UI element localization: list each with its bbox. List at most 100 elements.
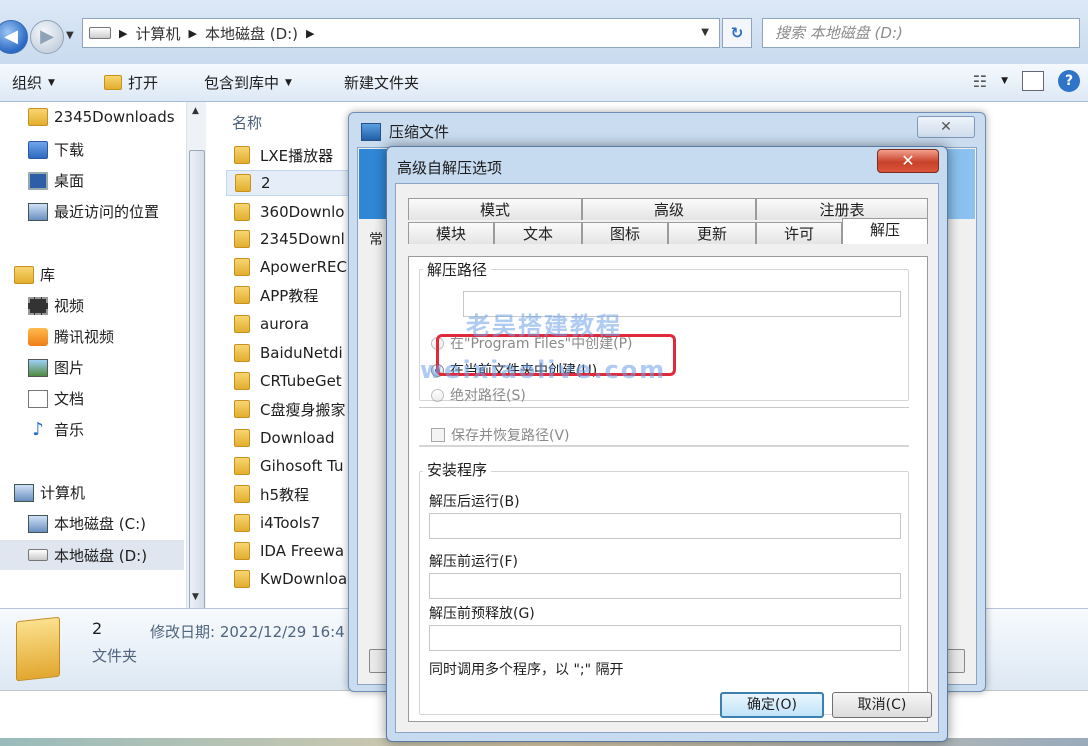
address-input[interactable]: ▶ 计算机 ▶ 本地磁盘 (D:) ▶ ▼ xyxy=(82,18,720,48)
sidebar-item-desktop[interactable]: 桌面 xyxy=(28,170,84,191)
file-name: 2345Downl xyxy=(260,230,345,248)
sidebar-item-music[interactable]: ♪ 音乐 xyxy=(28,419,84,440)
file-row[interactable]: h5教程 xyxy=(234,481,309,507)
cancel-button[interactable]: 取消(C) xyxy=(832,692,932,718)
recent-pages-dropdown[interactable]: ▼ xyxy=(66,30,74,41)
include-library-button[interactable]: 包含到库中 ▼ xyxy=(204,72,292,93)
view-controls: ☷ ▼ ? xyxy=(973,70,1080,92)
sidebar-item-videos[interactable]: 视频 xyxy=(28,295,84,316)
file-row[interactable]: 2 xyxy=(226,170,366,196)
tab-text[interactable]: 文本 xyxy=(494,222,582,244)
tab-mode[interactable]: 模式 xyxy=(408,198,582,220)
breadcrumb-computer[interactable]: 计算机 xyxy=(135,23,180,44)
file-row[interactable]: Gihosoft Tu xyxy=(234,453,344,479)
scroll-up-icon[interactable]: ▲ xyxy=(192,106,199,116)
back-button[interactable]: ◀ xyxy=(0,20,28,54)
dialog-close-button[interactable]: ✕ xyxy=(877,149,939,173)
folder-icon xyxy=(235,174,251,192)
file-row[interactable]: 2345Downl xyxy=(234,226,345,252)
file-row[interactable]: CRTubeGet xyxy=(234,368,342,394)
refresh-button[interactable]: ↻ xyxy=(722,18,752,48)
scroll-down-icon[interactable]: ▼ xyxy=(192,592,199,602)
tab-module[interactable]: 模块 xyxy=(408,222,494,244)
organize-button[interactable]: 组织 ▼ xyxy=(12,72,55,93)
file-row[interactable]: 360Downlo xyxy=(234,199,344,225)
run-after-input[interactable] xyxy=(429,513,901,539)
tab-advanced[interactable]: 高级 xyxy=(582,198,756,220)
address-dropdown-icon[interactable]: ▼ xyxy=(701,27,709,38)
caret-down-icon[interactable]: ▼ xyxy=(1001,76,1008,86)
sidebar-scrollbar[interactable]: ▲ ▼ xyxy=(186,102,206,640)
caret-down-icon: ▼ xyxy=(48,77,55,88)
winrar-icon xyxy=(361,123,381,141)
run-before-input[interactable] xyxy=(429,573,901,599)
file-row[interactable]: LXE播放器 xyxy=(234,142,333,168)
recent-places-icon xyxy=(28,202,48,221)
run-after-label: 解压后运行(B) xyxy=(429,494,520,510)
tab-panel-extract: 解压路径 在"Program Files"中创建(P) 在当前文件夹中创建(U)… xyxy=(408,256,928,722)
file-row[interactable]: C盘瘦身搬家 xyxy=(234,396,345,422)
sidebar-item-libraries[interactable]: 库 xyxy=(14,264,55,285)
details-file-type: 文件夹 xyxy=(92,647,138,665)
file-row[interactable]: Download xyxy=(234,425,335,451)
sidebar-item-documents[interactable]: 文档 xyxy=(28,388,84,409)
forward-button[interactable]: ▶ xyxy=(30,20,64,54)
file-name: 2 xyxy=(261,174,271,192)
breadcrumb-drive-d[interactable]: 本地磁盘 (D:) xyxy=(205,23,298,44)
system-drive-icon xyxy=(28,514,48,533)
ok-button[interactable]: 确定(O) xyxy=(720,692,824,718)
desktop-icon xyxy=(28,171,48,190)
sidebar-item-2345downloads[interactable]: 2345Downloads xyxy=(28,108,175,126)
chevron-right-icon[interactable]: ▶ xyxy=(119,27,127,40)
view-list-icon[interactable]: ☷ xyxy=(973,72,987,91)
new-folder-button[interactable]: 新建文件夹 xyxy=(344,72,419,93)
pre-extract-input[interactable] xyxy=(429,625,901,651)
download-folder-icon xyxy=(28,140,48,159)
button-stub-right[interactable] xyxy=(945,649,965,673)
tab-update[interactable]: 更新 xyxy=(668,222,756,244)
open-button[interactable]: 打开 xyxy=(104,72,158,93)
preview-pane-icon[interactable] xyxy=(1022,71,1044,91)
column-header-name[interactable]: 名称 xyxy=(232,112,262,133)
radio-button[interactable] xyxy=(431,388,444,402)
chevron-right-icon[interactable]: ▶ xyxy=(306,27,314,40)
sidebar-item-computer[interactable]: 计算机 xyxy=(14,482,85,503)
radio-absolute-path[interactable]: 绝对路径(S) xyxy=(431,385,526,405)
file-row[interactable]: ApowerREC xyxy=(234,254,347,280)
tab-icon[interactable]: 图标 xyxy=(582,222,668,244)
checkbox[interactable] xyxy=(431,428,445,442)
file-row[interactable]: aurora xyxy=(234,311,309,337)
file-name: CRTubeGet xyxy=(260,372,342,390)
run-before-label: 解压前运行(F) xyxy=(429,554,518,570)
file-row[interactable]: BaiduNetdi xyxy=(234,340,343,366)
address-bar-area: ◀ ▶ ▼ ▶ 计算机 ▶ 本地磁盘 (D:) ▶ ▼ ↻ 搜索 本地磁盘 (D… xyxy=(0,0,1088,64)
folder-icon xyxy=(234,457,250,475)
help-icon[interactable]: ? xyxy=(1058,70,1080,92)
close-button[interactable]: ✕ xyxy=(917,116,975,138)
sidebar-item-drive-d[interactable]: 本地磁盘 (D:) xyxy=(0,540,184,570)
sidebar-item-pictures[interactable]: 图片 xyxy=(28,357,84,378)
tab-registry[interactable]: 注册表 xyxy=(756,198,928,220)
archive-window-title: 压缩文件 xyxy=(389,123,450,141)
sidebar-item-tencent-video[interactable]: 腾讯视频 xyxy=(28,326,114,347)
dialog-title: 高级自解压选项 xyxy=(397,159,503,177)
file-row[interactable]: i4Tools7 xyxy=(234,510,320,536)
folder-icon xyxy=(234,315,250,333)
sidebar-item-drive-c[interactable]: 本地磁盘 (C:) xyxy=(28,513,146,534)
extract-path-input[interactable] xyxy=(463,291,901,317)
save-restore-paths-checkbox[interactable]: 保存并恢复路径(V) xyxy=(431,425,570,445)
file-row[interactable]: KwDownloa xyxy=(234,566,347,592)
sidebar-item-downloads[interactable]: 下载 xyxy=(28,139,84,160)
file-row[interactable]: APP教程 xyxy=(234,282,318,308)
file-name: KwDownloa xyxy=(260,570,348,588)
search-input[interactable]: 搜索 本地磁盘 (D:) xyxy=(762,18,1080,48)
sidebar-item-recent[interactable]: 最近访问的位置 xyxy=(28,201,159,222)
tab-license[interactable]: 许可 xyxy=(756,222,842,244)
file-row[interactable]: IDA Freewa xyxy=(234,538,344,564)
tab-extract[interactable]: 解压 xyxy=(842,218,928,244)
file-name: IDA Freewa xyxy=(260,542,345,560)
music-note-icon: ♪ xyxy=(32,418,44,440)
folder-icon xyxy=(234,429,250,447)
scroll-thumb[interactable] xyxy=(189,150,205,640)
chevron-right-icon[interactable]: ▶ xyxy=(188,27,196,40)
